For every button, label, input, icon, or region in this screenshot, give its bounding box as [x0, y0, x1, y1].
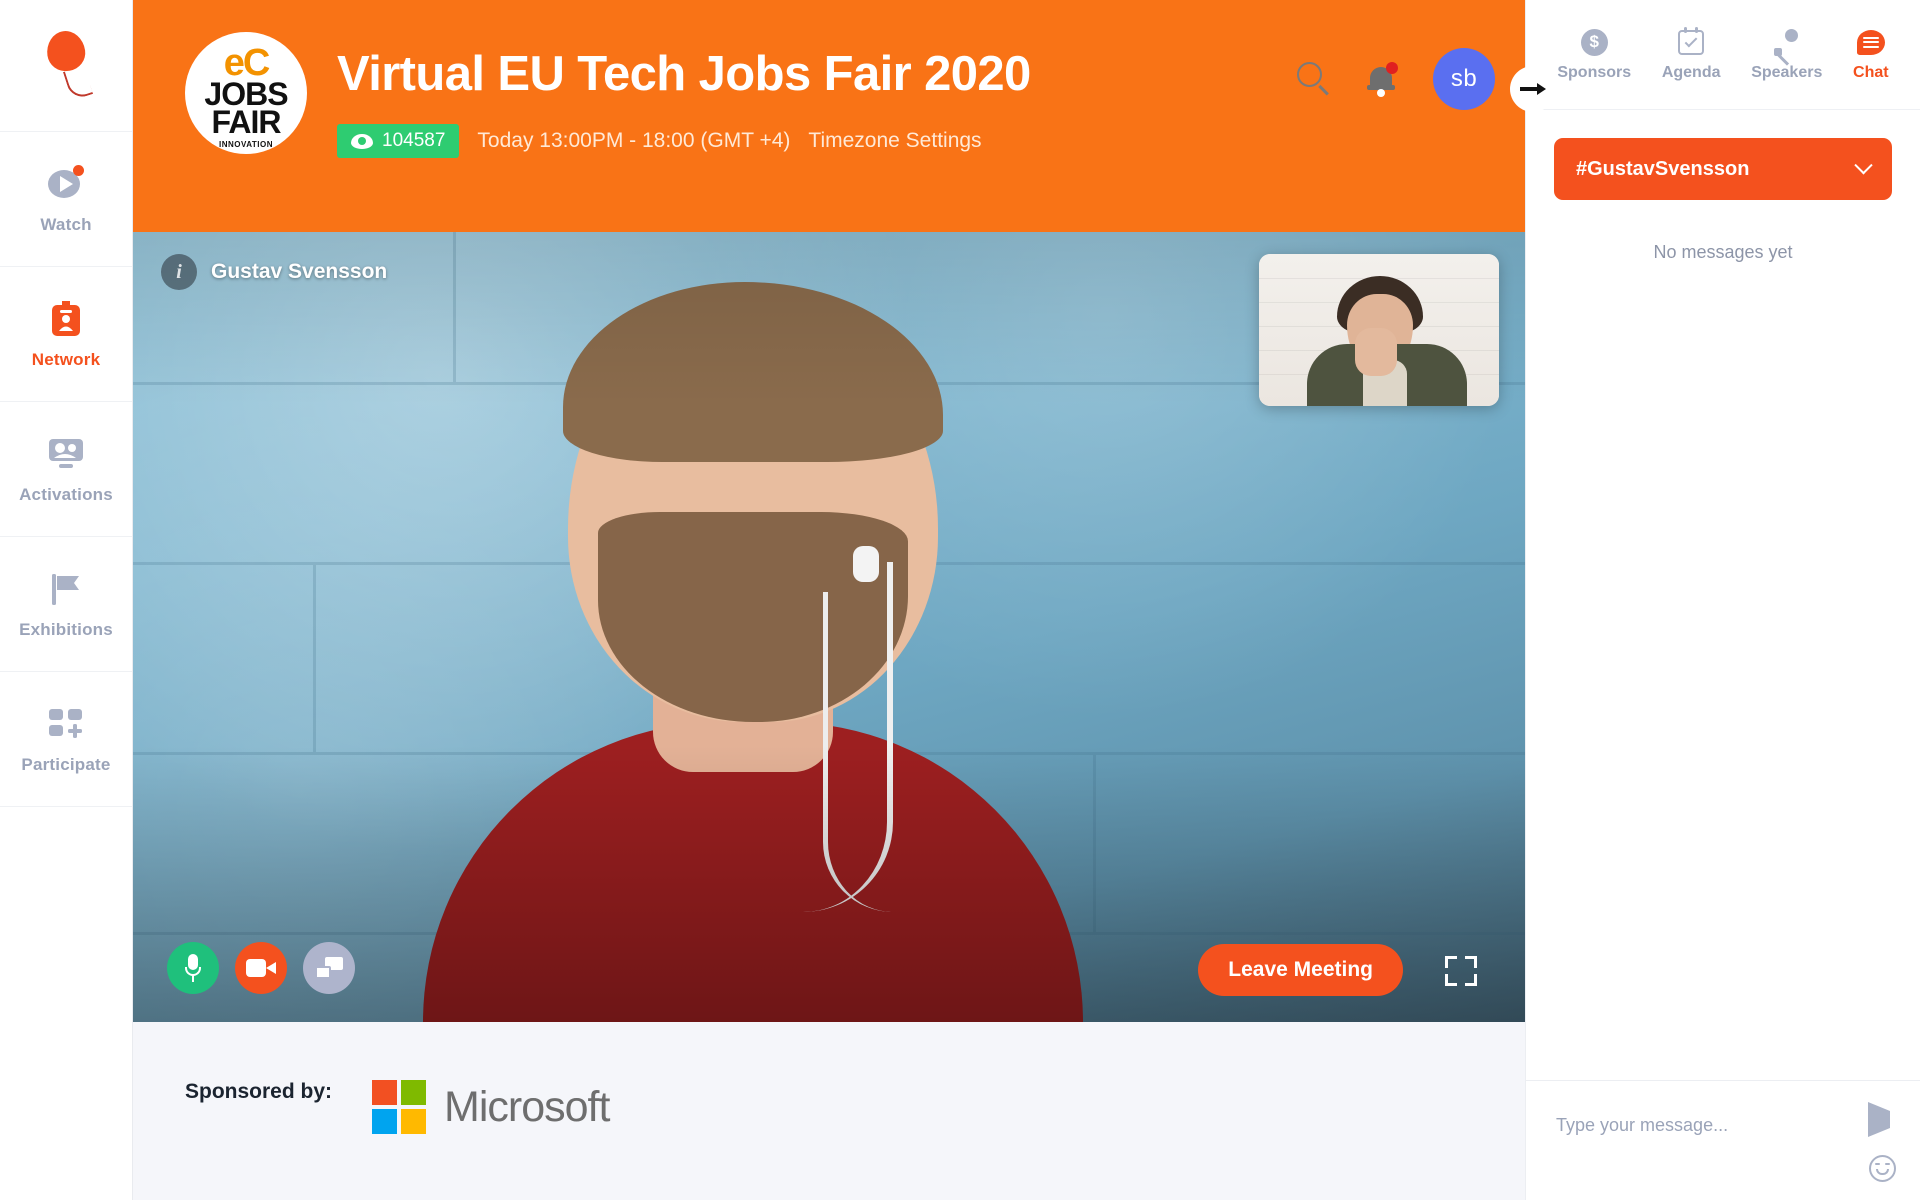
timezone-settings-link[interactable]: Timezone Settings	[808, 129, 981, 153]
tab-agenda[interactable]: Agenda	[1661, 26, 1721, 82]
center-column: eC JOBS FAIR INNOVATION Virtual EU Tech …	[133, 0, 1556, 1200]
collapse-panel-button[interactable]	[1510, 66, 1556, 112]
sidebar-item-activations[interactable]: Activations	[0, 402, 132, 537]
viewer-count-value: 104587	[382, 130, 446, 151]
event-header: eC JOBS FAIR INNOVATION Virtual EU Tech …	[133, 0, 1556, 232]
sponsor-bar: Sponsored by: Microsoft	[133, 1022, 1525, 1200]
sidebar-item-exhibitions[interactable]: Exhibitions	[0, 537, 132, 672]
sidebar-item-watch[interactable]: Watch	[0, 132, 132, 267]
tab-label: Chat	[1853, 64, 1889, 81]
sidebar-item-label: Activations	[19, 484, 113, 504]
presenter-name: Gustav Svensson	[211, 260, 388, 283]
chat-bubble-icon	[1856, 27, 1886, 57]
screen-people-icon	[46, 434, 86, 474]
page-title: Virtual EU Tech Jobs Fair 2020	[337, 47, 1031, 101]
chevron-down-icon	[1854, 155, 1873, 174]
logo-footer-text: INNOVATION	[218, 140, 274, 149]
notification-dot-icon	[1386, 62, 1398, 74]
tab-label: Speakers	[1751, 64, 1823, 81]
header-text-block: Virtual EU Tech Jobs Fair 2020 104587 To…	[337, 26, 1031, 158]
chat-message-input[interactable]	[1556, 1115, 1898, 1136]
main-sidebar: Watch Network Activations Exhibitions Pa…	[0, 0, 133, 1200]
right-panel-tabs: $ Sponsors Agenda Speakers Chat	[1526, 0, 1920, 110]
sponsor-brand-name: Microsoft	[444, 1082, 610, 1131]
sidebar-item-label: Watch	[40, 214, 92, 234]
logo-line-2: FAIR	[211, 104, 282, 140]
watch-notification-dot	[73, 164, 84, 176]
sidebar-item-label: Exhibitions	[19, 619, 113, 639]
microphone-icon	[1772, 27, 1802, 66]
tab-speakers[interactable]: Speakers	[1751, 27, 1822, 82]
tab-label: Agenda	[1661, 64, 1721, 81]
id-badge-icon	[46, 299, 86, 339]
calendar-check-icon	[1676, 26, 1706, 57]
search-icon	[1297, 62, 1331, 96]
header-meta-row: 104587 Today 13:00PM - 18:00 (GMT +4) Ti…	[337, 124, 1031, 158]
event-time: Today 13:00PM - 18:00 (GMT +4)	[477, 129, 791, 152]
dollar-circle-icon: $	[1579, 27, 1609, 57]
info-icon[interactable]: i	[161, 254, 197, 290]
sponsor-logo[interactable]: Microsoft	[372, 1080, 610, 1134]
screen-share-toggle[interactable]	[303, 942, 355, 994]
tab-chat[interactable]: Chat	[1853, 27, 1889, 82]
presenter-name-tag: i Gustav Svensson	[161, 254, 387, 290]
chat-composer	[1526, 1080, 1920, 1200]
screen-share-icon	[315, 957, 343, 979]
event-logo: eC JOBS FAIR INNOVATION	[185, 32, 307, 154]
search-button[interactable]	[1297, 62, 1331, 96]
microphone-toggle[interactable]	[167, 942, 219, 994]
sidebar-logo[interactable]	[0, 0, 132, 132]
right-panel: $ Sponsors Agenda Speakers Chat #GustavS…	[1525, 0, 1920, 1200]
header-actions: sb	[1297, 48, 1495, 110]
sidebar-item-label: Network	[31, 349, 101, 369]
self-video-thumbnail[interactable]	[1259, 254, 1499, 406]
app-root: Watch Network Activations Exhibitions Pa…	[0, 0, 1920, 1200]
video-stage: i Gustav Svensson Leave Meeting	[133, 232, 1525, 1022]
send-icon[interactable]	[1868, 1102, 1898, 1139]
chat-empty-state: No messages yet	[1653, 242, 1793, 262]
leave-meeting-button[interactable]: Leave Meeting	[1198, 944, 1403, 996]
notifications-button[interactable]	[1367, 62, 1398, 97]
sidebar-item-participate[interactable]: Participate	[0, 672, 132, 807]
viewer-count-badge: 104587	[337, 124, 460, 158]
arrow-right-icon	[1520, 81, 1546, 97]
sponsored-by-label: Sponsored by:	[185, 1080, 333, 1103]
emoji-icon[interactable]	[1869, 1155, 1896, 1182]
balloon-icon	[43, 28, 94, 101]
avatar-initials: sb	[1450, 65, 1478, 92]
chat-channel-name: #GustavSvensson	[1576, 157, 1750, 180]
microphone-icon	[185, 954, 201, 982]
meeting-controls	[167, 942, 355, 994]
sidebar-item-network[interactable]: Network	[0, 267, 132, 402]
chat-message-list: No messages yet	[1526, 200, 1920, 1080]
chat-channel-selector[interactable]: #GustavSvensson	[1554, 138, 1892, 200]
avatar[interactable]: sb	[1433, 48, 1495, 110]
eye-icon	[351, 133, 373, 149]
camera-toggle[interactable]	[235, 942, 287, 994]
play-circle-icon	[46, 164, 86, 204]
tab-sponsors[interactable]: $ Sponsors	[1557, 27, 1631, 82]
video-camera-icon	[246, 959, 276, 977]
fullscreen-icon[interactable]	[1445, 956, 1477, 986]
bell-icon	[1367, 62, 1398, 97]
microsoft-squares-icon	[372, 1080, 427, 1134]
flag-icon	[46, 569, 86, 609]
sidebar-item-label: Participate	[21, 754, 111, 774]
tab-label: Sponsors	[1557, 64, 1632, 81]
grid-plus-icon	[46, 704, 86, 744]
